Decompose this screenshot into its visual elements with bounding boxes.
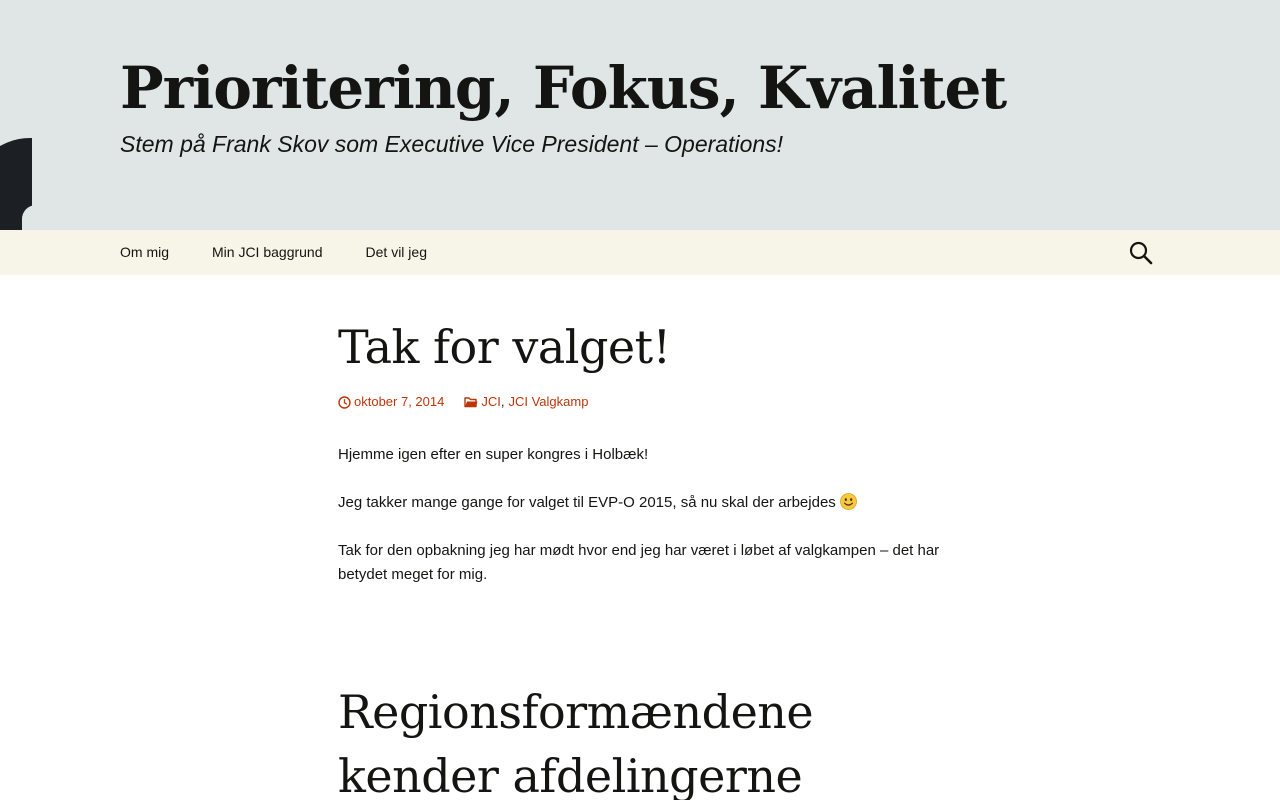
main-navigation: Om mig Min JCI baggrund Det vil jeg bbox=[0, 230, 1280, 275]
post-categories: JCI , JCI Valgkamp bbox=[464, 393, 588, 411]
category-separator: , bbox=[500, 394, 505, 409]
search-icon[interactable] bbox=[1128, 240, 1154, 266]
post-date[interactable]: oktober 7, 2014 bbox=[338, 393, 444, 411]
nav-item-det-vil-jeg[interactable]: Det vil jeg bbox=[346, 230, 447, 275]
nav-item-min-jci-baggrund[interactable]: Min JCI baggrund bbox=[192, 230, 343, 275]
post-title[interactable]: Tak for valget! bbox=[338, 317, 942, 377]
post-content: Hjemme igen efter en super kongres i Hol… bbox=[338, 443, 942, 587]
post-paragraph: Hjemme igen efter en super kongres i Hol… bbox=[338, 446, 649, 463]
folder-icon bbox=[464, 397, 478, 408]
post-article: Regionsformændene kender afdelingerne bbox=[338, 680, 942, 800]
post-paragraph-text: Jeg takker mange gange for valget til EV… bbox=[338, 494, 836, 511]
post-paragraph: Tak for den opbakning jeg har mødt hvor … bbox=[338, 542, 940, 583]
post-date-link[interactable]: oktober 7, 2014 bbox=[354, 393, 444, 411]
nav-menu: Om mig Min JCI baggrund Det vil jeg bbox=[100, 230, 447, 275]
site-title[interactable]: Prioritering, Fokus, Kvalitet bbox=[120, 48, 1007, 128]
smiley-icon bbox=[840, 493, 857, 510]
category-link-jci-valgkamp[interactable]: JCI Valgkamp bbox=[508, 393, 588, 411]
post-title-line: kender afdelingerne bbox=[338, 749, 803, 800]
category-link-jci[interactable]: JCI bbox=[481, 393, 501, 411]
post-article: Tak for valget! oktober 7, 2014 JCI , JC… bbox=[338, 317, 942, 611]
site-description: Stem på Frank Skov som Executive Vice Pr… bbox=[120, 131, 784, 157]
site-header: Prioritering, Fokus, Kvalitet Stem på Fr… bbox=[0, 0, 1280, 230]
post-title[interactable]: Regionsformændene kender afdelingerne bbox=[338, 680, 942, 800]
post-title-line: Regionsformændene bbox=[338, 685, 814, 739]
post-meta: oktober 7, 2014 JCI , JCI Valgkamp bbox=[338, 393, 942, 411]
nav-item-om-mig[interactable]: Om mig bbox=[100, 230, 189, 275]
clock-icon bbox=[338, 395, 351, 409]
header-image-edge bbox=[22, 205, 40, 230]
post-paragraph: Jeg takker mange gange for valget til EV… bbox=[338, 491, 942, 515]
